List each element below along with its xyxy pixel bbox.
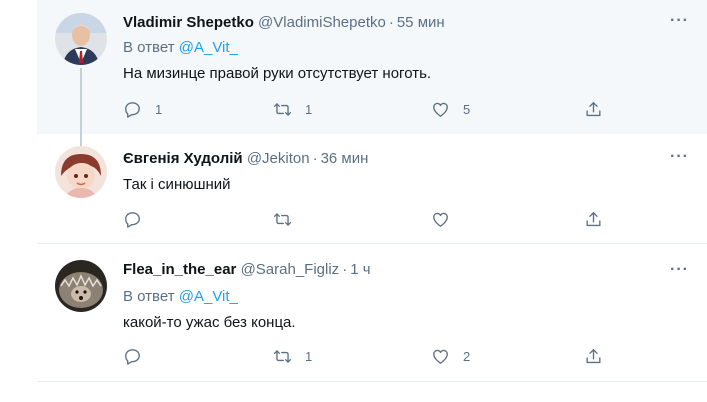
reply-icon: [125, 348, 140, 365]
retweet-count: 1: [305, 101, 313, 117]
tweet-actions: 1 2: [123, 346, 623, 366]
like-icon: [433, 212, 448, 227]
tweet-header: Євгенія Худолій @Jekiton · 36 мин: [123, 149, 368, 169]
author-handle[interactable]: @Jekiton: [247, 150, 310, 167]
tweet-actions: 1 1 5: [123, 99, 623, 119]
separator: ·: [342, 261, 348, 278]
reply-icon: [125, 211, 140, 228]
timestamp[interactable]: 1 ч: [350, 261, 370, 278]
share-button[interactable]: [584, 209, 603, 229]
reply-button[interactable]: [123, 346, 155, 366]
reply-context: В ответ @A_Vit_: [123, 38, 238, 58]
reply-button[interactable]: 1: [123, 99, 162, 119]
share-icon: [586, 211, 601, 226]
avatar[interactable]: [55, 146, 107, 198]
tweet-text: Так і синюшний: [123, 176, 231, 193]
tweet-yevheniia-khudolii[interactable]: Євгенія Худолій @Jekiton · 36 мин ··· Так …: [37, 134, 707, 244]
share-icon: [586, 348, 601, 363]
like-icon: [433, 349, 448, 364]
tweet-header: Vladimir Shepetko @VladimiShepetko · 55 ми…: [123, 13, 445, 33]
separator: ·: [312, 150, 318, 167]
tweet-text: На мизинце правой руки отсутствует ногот…: [123, 65, 432, 82]
share-button[interactable]: [584, 99, 603, 119]
more-icon[interactable]: ···: [670, 149, 689, 165]
avatar[interactable]: [55, 260, 107, 312]
tweet-text: какой-то ужас без конца.: [123, 314, 296, 331]
like-button[interactable]: [431, 209, 463, 229]
retweet-button[interactable]: 1: [273, 99, 312, 119]
author-handle[interactable]: @VladimiShepetko: [258, 14, 386, 31]
tweet-actions: [123, 209, 623, 229]
share-button[interactable]: [584, 346, 603, 366]
reply-button[interactable]: [123, 209, 155, 229]
more-icon[interactable]: ···: [670, 262, 689, 278]
retweet-icon: [273, 102, 292, 116]
timestamp[interactable]: 36 мин: [321, 150, 369, 167]
reply-mention[interactable]: @A_Vit_: [179, 288, 238, 305]
like-button[interactable]: 5: [431, 99, 470, 119]
author-name[interactable]: Vladimir Shepetko: [123, 14, 254, 31]
author-name[interactable]: Flea_in_the_ear: [123, 261, 236, 278]
share-icon: [586, 101, 601, 116]
like-count: 5: [463, 101, 471, 117]
author-handle[interactable]: @Sarah_Figliz: [241, 261, 340, 278]
tweet-flea-in-the-ear[interactable]: Flea_in_the_ear @Sarah_Figliz · 1 ч ··· В …: [37, 244, 707, 382]
reply-count: 1: [155, 101, 163, 117]
more-icon[interactable]: ···: [670, 13, 689, 29]
reply-mention[interactable]: @A_Vit_: [179, 39, 238, 56]
separator: ·: [388, 14, 394, 31]
retweet-button[interactable]: [273, 209, 305, 229]
retweet-icon: [273, 349, 292, 363]
reply-prefix: В ответ: [123, 288, 175, 305]
timestamp[interactable]: 55 мин: [397, 14, 445, 31]
retweet-button[interactable]: 1: [273, 346, 312, 366]
avatar[interactable]: [55, 13, 107, 65]
reply-prefix: В ответ: [123, 39, 175, 56]
like-count: 2: [463, 348, 471, 364]
retweet-count: 1: [305, 348, 313, 364]
like-button[interactable]: 2: [431, 346, 470, 366]
tweet-header: Flea_in_the_ear @Sarah_Figliz · 1 ч: [123, 260, 371, 280]
retweet-icon: [273, 212, 292, 226]
reply-icon: [125, 101, 140, 118]
reply-context: В ответ @A_Vit_: [123, 287, 238, 307]
like-icon: [433, 102, 448, 117]
author-name[interactable]: Євгенія Худолій: [123, 150, 243, 167]
tweet-vladimir-shepetko[interactable]: Vladimir Shepetko @VladimiShepetko · 55 ми…: [37, 0, 707, 146]
